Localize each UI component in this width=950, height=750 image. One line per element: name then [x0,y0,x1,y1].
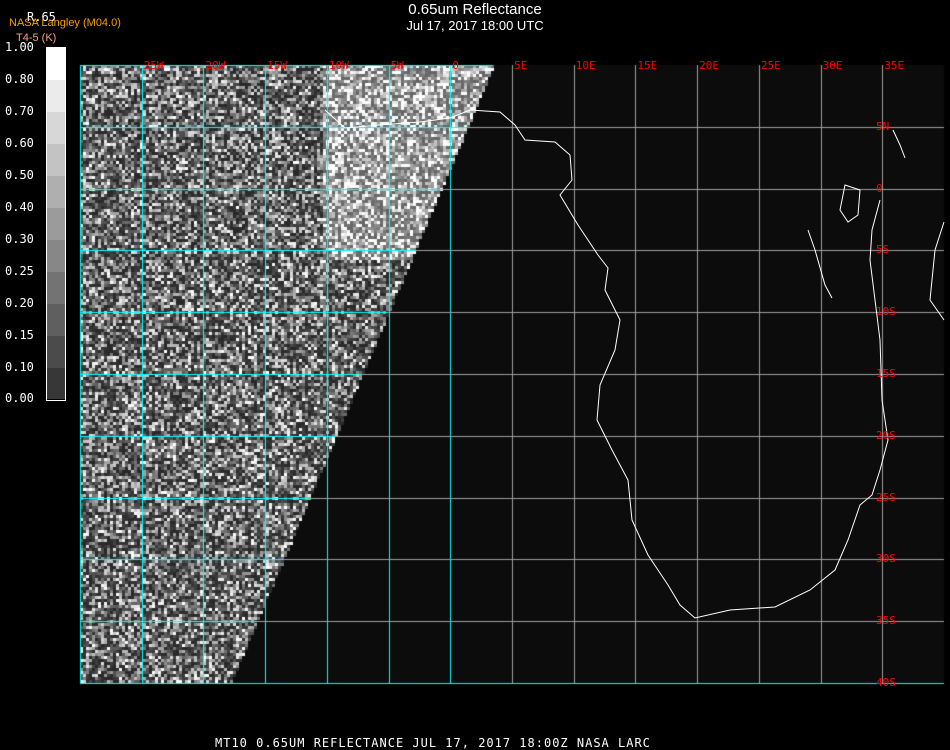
lat-label: 5N [876,119,890,133]
colorbar-step [47,176,65,208]
lat-label: 0 [876,181,883,195]
lat-label: 25S [876,490,896,504]
lon-label: 25E [760,59,781,72]
lat-label: 20S [876,428,896,442]
colorbar-tick: 0.00 [5,391,34,405]
colorbar-tick: 0.40 [5,200,34,214]
footer-caption: MT10 0.65UM REFLECTANCE JUL 17, 2017 18:… [215,736,651,750]
lon-label: 5E [514,59,528,72]
colorbar-tick: 0.30 [5,232,34,246]
colorbar-step [47,272,65,304]
colorbar-tick: 0.60 [5,136,34,150]
lon-label: 30E [822,59,843,72]
lat-label: 30S [876,552,896,566]
lat-label: 10S [876,305,896,319]
colorbar-tick: 0.10 [5,360,34,374]
colorbar-step [47,144,65,176]
chart-subtitle: Jul 17, 2017 18:00 UTC [406,18,544,33]
colorbar-step [47,208,65,240]
colorbar-tick: 0.15 [5,328,34,342]
colorbar-step [47,336,65,368]
lat-label: 35S [876,614,896,628]
colorbar-tick: 0.80 [5,72,34,86]
lat-label: 5S [876,243,890,257]
africa-coastline [324,109,945,619]
lon-label: 25W [143,59,164,72]
colorbar-tick: 0.50 [5,168,34,182]
colorbar-step [47,368,65,399]
lat-label: 40S [876,676,896,689]
colorbar-tick: 0.70 [5,104,34,118]
credit-label: NASA Langley (M04.0) [9,17,121,29]
colorbar-tick: 1.00 [5,40,34,54]
lon-label: 35E [884,59,905,72]
colorbar-step [47,48,65,80]
lon-label: 0 [452,59,459,72]
colorbar-step [47,304,65,336]
lon-label: 20E [699,59,720,72]
lon-label: 20W [205,59,226,72]
colorbar-step [47,80,65,112]
coastline-overlay [324,109,945,619]
colorbar-step [47,240,65,272]
lon-label: 15W [267,59,288,72]
colorbar [46,47,66,401]
chart-title: 0.65um Reflectance [408,1,542,18]
lon-label: 15E [637,59,658,72]
lon-label: 10E [575,59,596,72]
colorbar-step [47,112,65,144]
lon-label: 10W [328,59,349,72]
colorbar-tick: 0.20 [5,296,34,310]
lon-label: 5W [390,59,404,72]
colorbar-tick: 0.25 [5,264,34,278]
lat-label: 15S [876,367,896,380]
